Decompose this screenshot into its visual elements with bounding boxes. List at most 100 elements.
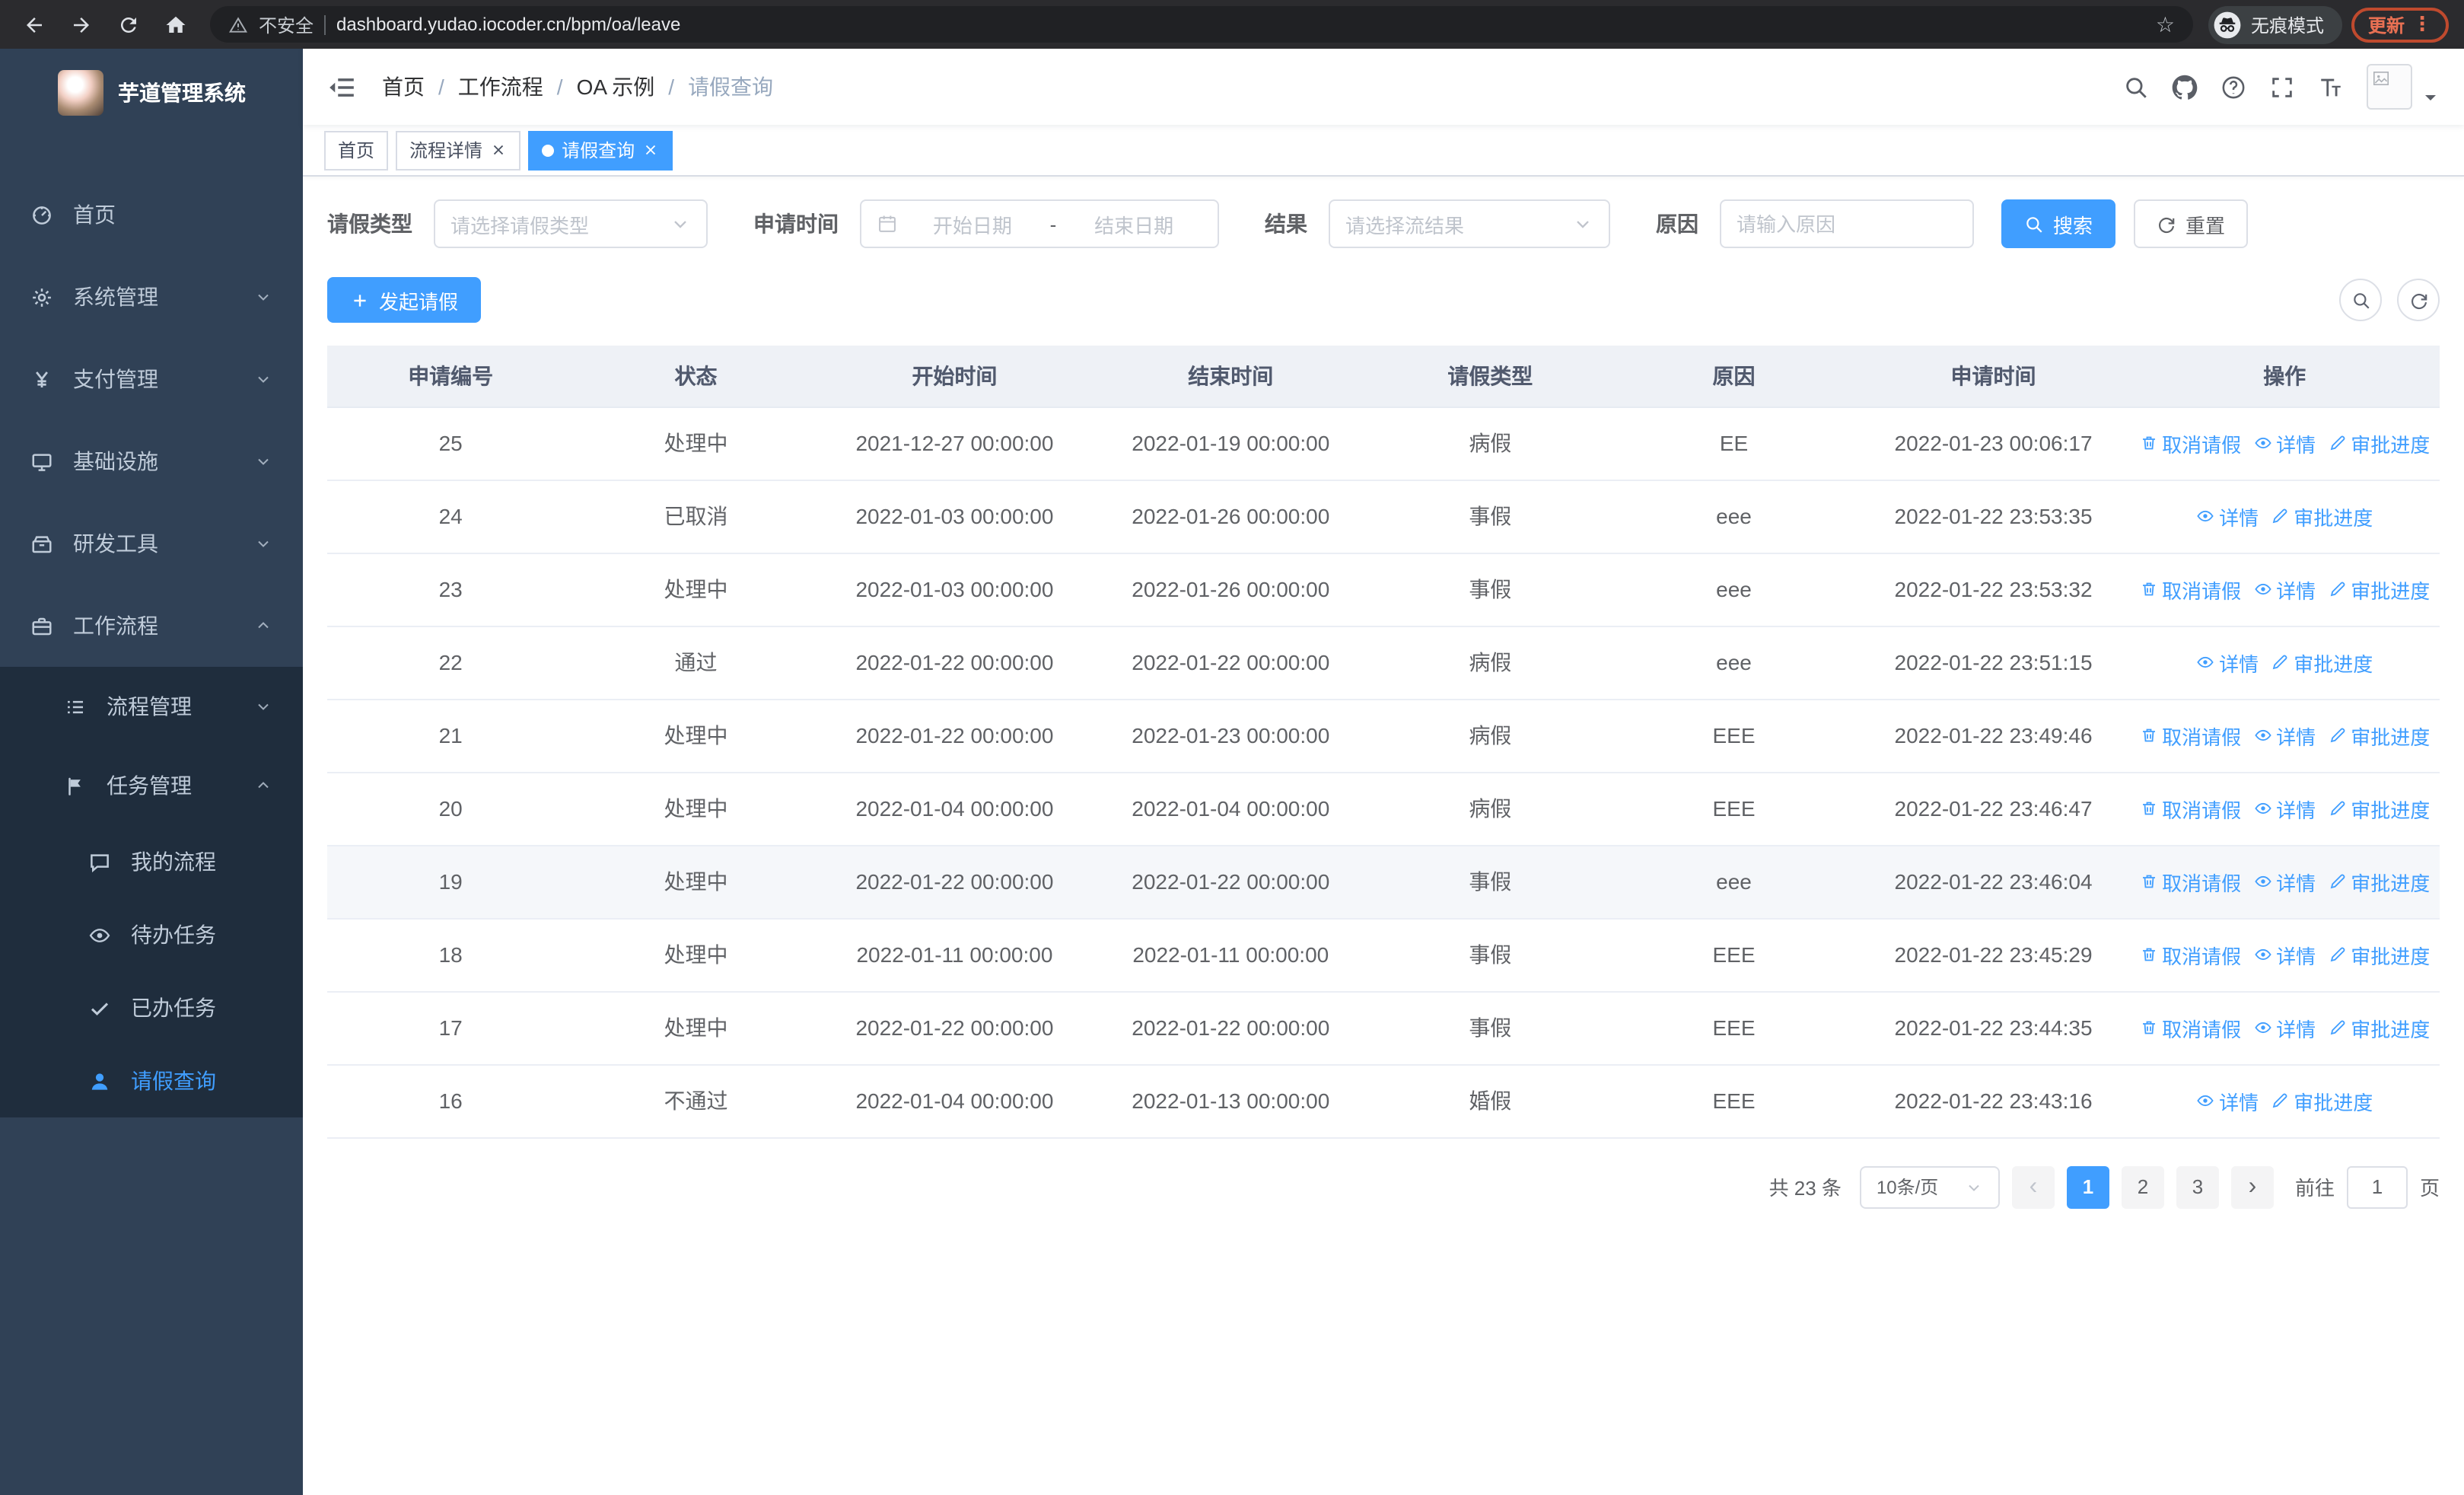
breadcrumb-item[interactable]: OA 示例	[577, 72, 655, 102]
action-detail[interactable]: 详情	[2253, 794, 2316, 823]
action-progress[interactable]: 审批进度	[2328, 575, 2430, 604]
tab-leave-query[interactable]: 请假查询	[528, 130, 673, 170]
sidebar-item-home[interactable]: 首页	[0, 174, 303, 256]
goto-page-input[interactable]	[2346, 1165, 2408, 1208]
sidebar-item-workflow[interactable]: 工作流程	[0, 585, 303, 667]
page-size-select[interactable]: 10条/页	[1859, 1165, 2000, 1208]
action-cancel[interactable]: 取消请假	[2139, 794, 2241, 823]
url-text: dashboard.yudao.iocoder.cn/bpm/oa/leave	[336, 14, 681, 35]
reset-button[interactable]: 重置	[2134, 199, 2249, 248]
page-button-2[interactable]: 2	[2121, 1165, 2164, 1208]
sidebar-item-leave-query[interactable]: 请假查询	[0, 1044, 303, 1117]
action-detail[interactable]: 详情	[2253, 575, 2316, 604]
help-button[interactable]	[2220, 74, 2246, 100]
cell-reason: EEE	[1610, 1064, 1858, 1138]
action-detail[interactable]: 详情	[2196, 502, 2259, 531]
cell-type: 事假	[1370, 918, 1611, 992]
address-bar[interactable]: 不安全 dashboard.yudao.iocoder.cn/bpm/oa/le…	[210, 6, 2193, 43]
chevron-up-icon	[254, 617, 272, 635]
search-button[interactable]: 搜索	[2001, 199, 2116, 248]
browser-update-button[interactable]: 更新 ⋮	[2351, 7, 2449, 42]
action-progress[interactable]: 审批进度	[2271, 648, 2373, 677]
action-progress[interactable]: 审批进度	[2328, 794, 2430, 823]
page-button-1[interactable]: 1	[2066, 1165, 2109, 1208]
fullscreen-button[interactable]	[2269, 74, 2295, 100]
create-leave-button[interactable]: 发起请假	[327, 277, 482, 323]
user-menu-caret-icon[interactable]	[2421, 88, 2440, 107]
sidebar-fold-icon[interactable]	[327, 72, 356, 101]
sidebar-item-system-management[interactable]: 系统管理	[0, 256, 303, 338]
leave-type-select[interactable]: 请选择请假类型	[434, 199, 708, 248]
cell-id: 22	[327, 626, 575, 700]
action-detail[interactable]: 详情	[2253, 867, 2316, 896]
tab-home[interactable]: 首页	[324, 130, 389, 170]
cell-start: 2022-01-04 00:00:00	[817, 1064, 1092, 1138]
result-select[interactable]: 请选择流结果	[1329, 199, 1610, 248]
action-cancel[interactable]: 取消请假	[2139, 940, 2241, 969]
toggle-search-button[interactable]	[2339, 279, 2382, 321]
tab-process-detail[interactable]: 流程详情	[396, 130, 521, 170]
browser-reload-button[interactable]	[110, 5, 148, 43]
action-progress[interactable]: 审批进度	[2271, 502, 2373, 531]
page-button-3[interactable]: 3	[2176, 1165, 2219, 1208]
header-search-button[interactable]	[2123, 74, 2149, 100]
sidebar-item-task-management[interactable]: 任务管理	[0, 746, 303, 825]
prev-page-button[interactable]: ‹	[2011, 1165, 2055, 1208]
sidebar-item-infrastructure[interactable]: 基础设施	[0, 420, 303, 502]
browser-menu-icon[interactable]: ⋮	[2412, 12, 2432, 37]
browser-forward-button[interactable]	[62, 5, 100, 43]
action-cancel[interactable]: 取消请假	[2139, 721, 2241, 750]
action-detail[interactable]: 详情	[2253, 940, 2316, 969]
action-cancel[interactable]: 取消请假	[2139, 429, 2241, 457]
action-cancel[interactable]: 取消请假	[2139, 1013, 2241, 1042]
action-detail[interactable]: 详情	[2253, 1013, 2316, 1042]
header-actions	[2123, 64, 2440, 110]
user-avatar[interactable]	[2367, 64, 2412, 110]
reason-input[interactable]	[1720, 199, 1974, 248]
app-logo[interactable]: 芋道管理系统	[0, 49, 303, 137]
end-date-placeholder: 结束日期	[1094, 214, 1174, 237]
action-progress[interactable]: 审批进度	[2328, 1013, 2430, 1042]
next-page-button[interactable]: ›	[2230, 1165, 2274, 1208]
eye-icon	[2253, 945, 2271, 964]
browser-back-button[interactable]	[15, 5, 53, 43]
monitor-icon	[30, 450, 53, 473]
reason-filter: 原因	[1656, 199, 1974, 248]
action-progress[interactable]: 审批进度	[2328, 867, 2430, 896]
cell-actions: 取消请假 详情 审批进度	[2129, 406, 2440, 480]
sidebar-item-todo-tasks[interactable]: 待办任务	[0, 898, 303, 971]
eye-icon	[2253, 1018, 2271, 1037]
breadcrumb-item: 请假查询	[688, 75, 774, 99]
sidebar-item-done-tasks[interactable]: 已办任务	[0, 971, 303, 1044]
sidebar-item-my-process[interactable]: 我的流程	[0, 825, 303, 898]
action-progress[interactable]: 审批进度	[2328, 940, 2430, 969]
action-progress[interactable]: 审批进度	[2271, 1086, 2373, 1115]
apply-time-range-picker[interactable]: 开始日期 - 结束日期	[860, 199, 1219, 248]
action-detail[interactable]: 详情	[2253, 721, 2316, 750]
action-cancel[interactable]: 取消请假	[2139, 575, 2241, 604]
action-cancel[interactable]: 取消请假	[2139, 867, 2241, 896]
pagination: 共 23 条 10条/页 ‹ 123 › 前往 页	[327, 1165, 2440, 1208]
action-detail[interactable]: 详情	[2196, 648, 2259, 677]
sidebar-item-dev-tools[interactable]: 研发工具	[0, 502, 303, 585]
tab-close-icon[interactable]	[642, 142, 659, 158]
bookmark-star-icon[interactable]: ☆	[2156, 11, 2175, 37]
font-size-icon	[2318, 74, 2344, 100]
page-content: 请假类型 请选择请假类型 申请时间 开始日期 - 结束日期 结果 请选择流结果 …	[303, 177, 2464, 1495]
calendar-icon	[877, 213, 898, 234]
font-size-button[interactable]	[2318, 74, 2344, 100]
browser-home-button[interactable]	[157, 5, 195, 43]
sidebar-item-process-management[interactable]: 流程管理	[0, 667, 303, 746]
action-progress[interactable]: 审批进度	[2328, 429, 2430, 457]
table-row: 24 已取消 2022-01-03 00:00:00 2022-01-26 00:00…	[327, 480, 2440, 553]
sidebar-item-payment-management[interactable]: 支付管理	[0, 338, 303, 420]
action-detail[interactable]: 详情	[2253, 429, 2316, 457]
refresh-table-button[interactable]	[2397, 279, 2440, 321]
action-progress[interactable]: 审批进度	[2328, 721, 2430, 750]
github-button[interactable]	[2172, 74, 2198, 100]
tab-close-icon[interactable]	[490, 142, 507, 158]
cell-applied: 2022-01-22 23:44:35	[1857, 991, 2130, 1065]
action-detail[interactable]: 详情	[2196, 1086, 2259, 1115]
breadcrumb-item[interactable]: 工作流程	[458, 72, 543, 102]
breadcrumb-item[interactable]: 首页	[382, 72, 425, 102]
